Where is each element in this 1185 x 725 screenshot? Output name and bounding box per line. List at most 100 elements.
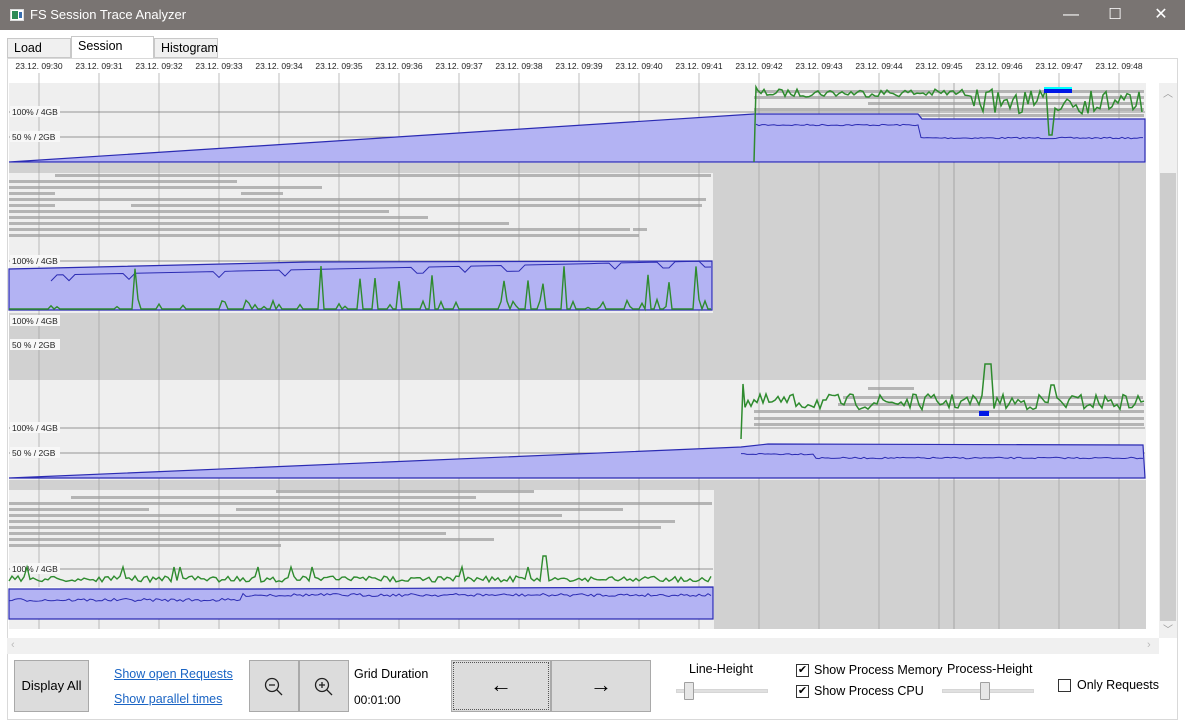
checkmark-icon: ✔ <box>797 685 808 697</box>
request-bar <box>754 417 1144 420</box>
show-process-memory-checkbox[interactable]: ✔ <box>796 664 809 677</box>
show-parallel-times-link[interactable]: Show parallel times <box>114 692 222 706</box>
next-button[interactable]: → <box>551 660 651 712</box>
axis-label-half: 50 % / 2GB <box>12 340 56 350</box>
vertical-scrollbar[interactable]: ︿ ﹀ <box>1159 83 1177 638</box>
time-label: 23.12. 09:47 <box>1035 61 1083 71</box>
time-label: 23.12. 09:45 <box>915 61 963 71</box>
request-bar <box>9 198 706 201</box>
request-bar <box>754 423 1144 426</box>
process-height-label: Process-Height <box>947 662 1033 676</box>
tab-session-map[interactable]: Session Map <box>71 36 154 71</box>
line-height-slider[interactable] <box>676 679 768 703</box>
memory-area <box>8 586 714 620</box>
request-bar <box>9 186 322 189</box>
zoom-out-button[interactable] <box>249 660 299 712</box>
request-bar <box>131 204 702 207</box>
app-icon <box>10 9 24 21</box>
line-height-label: Line-Height <box>689 662 753 676</box>
zoom-out-icon <box>264 677 283 696</box>
checkmark-icon: ✔ <box>797 664 808 676</box>
time-label: 23.12. 09:43 <box>795 61 843 71</box>
vertical-scroll-thumb[interactable] <box>1160 173 1176 621</box>
request-bar <box>9 216 428 219</box>
session-map-panel: 23.12. 09:30 23.12. 09:31 23.12. 09:32 23.1… <box>7 58 1178 720</box>
process-height-slider[interactable] <box>942 679 1034 703</box>
request-bar <box>241 192 283 195</box>
tab-histogram[interactable]: Histogram <box>154 38 218 58</box>
highlight-bar <box>979 411 989 416</box>
title-bar: FS Session Trace Analyzer — ☐ ✕ <box>0 0 1185 30</box>
control-bar: Display All Show open Requests Show para… <box>0 655 1185 725</box>
tab-load-files[interactable]: Load Files <box>7 38 71 73</box>
request-bar <box>868 387 914 390</box>
time-label: 23.12. 09:38 <box>495 61 543 71</box>
time-label: 23.12. 09:44 <box>855 61 903 71</box>
request-bar <box>9 192 55 195</box>
session-band <box>9 480 1146 490</box>
request-bar <box>9 228 630 231</box>
request-bar <box>276 490 534 493</box>
request-bar <box>9 520 675 523</box>
time-label: 23.12. 09:37 <box>435 61 483 71</box>
axis-label-half: 50 % / 2GB <box>12 132 56 142</box>
minimize-button[interactable]: — <box>1048 0 1094 30</box>
maximize-button[interactable]: ☐ <box>1092 0 1138 30</box>
request-bar <box>9 204 55 207</box>
grid-duration-value: 00:01:00 <box>354 693 401 707</box>
time-label: 23.12. 09:41 <box>675 61 723 71</box>
process-height-slider-thumb[interactable] <box>980 682 990 700</box>
axis-label-half: 50 % / 2GB <box>12 448 56 458</box>
session-map-canvas[interactable]: 23.12. 09:30 23.12. 09:31 23.12. 09:32 23.1… <box>8 59 1160 639</box>
window-title: FS Session Trace Analyzer <box>30 7 187 22</box>
time-label: 23.12. 09:33 <box>195 61 243 71</box>
only-requests-checkbox[interactable] <box>1058 679 1071 692</box>
time-label: 23.12. 09:30 <box>15 61 63 71</box>
session-band <box>9 163 1146 173</box>
show-process-cpu-label: Show Process CPU <box>814 684 924 698</box>
request-bar <box>754 96 1144 99</box>
axis-label-full: 100% / 4GB <box>12 256 58 266</box>
request-bar <box>868 102 1144 105</box>
request-bar <box>9 538 494 541</box>
time-label: 23.12. 09:34 <box>255 61 303 71</box>
request-bar <box>9 508 149 511</box>
axis-label-full: 100% / 4GB <box>12 423 58 433</box>
highlight-bar-top <box>1044 87 1072 89</box>
zoom-in-button[interactable] <box>299 660 349 712</box>
request-bar <box>633 228 647 231</box>
time-label: 23.12. 09:36 <box>375 61 423 71</box>
time-label: 23.12. 09:31 <box>75 61 123 71</box>
request-bar <box>55 174 711 177</box>
scroll-left-icon[interactable]: ‹ <box>11 639 15 651</box>
request-bar <box>9 532 446 535</box>
previous-button[interactable]: ← <box>451 660 551 712</box>
request-bar <box>236 508 623 511</box>
show-process-memory-label: Show Process Memory <box>814 663 943 677</box>
request-bar <box>754 108 1144 111</box>
line-height-slider-thumb[interactable] <box>684 682 695 700</box>
axis-label-full: 100% / 4GB <box>12 107 58 117</box>
session-band <box>9 313 1146 380</box>
grid-duration-label: Grid Duration <box>354 667 429 681</box>
scroll-down-icon[interactable]: ﹀ <box>1163 621 1173 636</box>
time-label: 23.12. 09:32 <box>135 61 183 71</box>
close-button[interactable]: ✕ <box>1138 0 1184 30</box>
time-label: 23.12. 09:48 <box>1095 61 1143 71</box>
display-all-button[interactable]: Display All <box>14 660 89 712</box>
highlight-bar <box>1044 89 1072 93</box>
request-bar <box>9 526 661 529</box>
arrow-right-icon: → <box>590 672 612 697</box>
arrow-left-icon: ← <box>490 672 512 697</box>
scroll-right-icon[interactable]: › <box>1147 639 1151 651</box>
request-bar <box>71 496 476 499</box>
axis-label-full: 100% / 4GB <box>12 316 58 326</box>
horizontal-scrollbar[interactable]: ‹ › <box>7 638 1159 654</box>
scroll-up-icon[interactable]: ︿ <box>1163 85 1173 100</box>
show-open-requests-link[interactable]: Show open Requests <box>114 667 233 681</box>
request-bar <box>9 544 281 547</box>
show-process-cpu-checkbox[interactable]: ✔ <box>796 685 809 698</box>
time-label: 23.12. 09:42 <box>735 61 783 71</box>
time-label: 23.12. 09:40 <box>615 61 663 71</box>
request-bar <box>9 210 389 213</box>
